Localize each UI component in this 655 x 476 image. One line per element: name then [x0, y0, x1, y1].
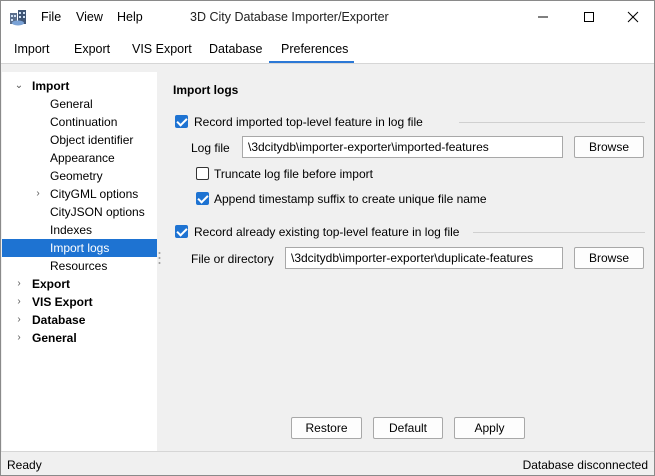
panel-title: Import logs: [173, 83, 239, 97]
tab-import[interactable]: Import: [14, 42, 49, 56]
tree-item-continuation[interactable]: Continuation: [2, 113, 157, 131]
tab-export[interactable]: Export: [74, 42, 110, 56]
maximize-button[interactable]: [566, 1, 612, 33]
tab-database[interactable]: Database: [209, 42, 263, 56]
chevron-down-icon[interactable]: ⌄: [14, 77, 24, 95]
tab-preferences[interactable]: Preferences: [281, 42, 348, 56]
tree-item-import-logs[interactable]: Import logs: [2, 239, 157, 257]
menu-file[interactable]: File: [41, 10, 61, 24]
chevron-right-icon[interactable]: ›: [14, 293, 24, 311]
connection-status: Database disconnected: [522, 458, 648, 472]
tree-item-appearance[interactable]: Appearance: [2, 149, 157, 167]
tree-label: Import logs: [50, 241, 110, 255]
tab-vis-export[interactable]: VIS Export: [132, 42, 192, 56]
active-tab-indicator: [269, 61, 354, 63]
tree-item-object-identifier[interactable]: Object identifier: [2, 131, 157, 149]
tree-item-indexes[interactable]: Indexes: [2, 221, 157, 239]
tree-label: Appearance: [50, 151, 115, 165]
window-title: 3D City Database Importer/Exporter: [190, 10, 389, 24]
tree-node-vis-export[interactable]: › VIS Export: [2, 293, 157, 311]
close-icon: [627, 11, 639, 23]
duplicate-features-input[interactable]: \3dcitydb\importer-exporter\duplicate-fe…: [285, 247, 563, 269]
tree-label: CityJSON options: [50, 205, 145, 219]
tree-item-general[interactable]: General: [2, 95, 157, 113]
record-imported-label: Record imported top-level feature in log…: [194, 115, 423, 129]
tree-label: Indexes: [50, 223, 93, 237]
restore-button[interactable]: Restore: [291, 417, 362, 439]
app-window: File View Help 3D City Database Importer…: [0, 0, 655, 476]
status-bar: Ready Database disconnected: [1, 451, 654, 475]
menu-help[interactable]: Help: [117, 10, 143, 24]
duplicate-browse-button[interactable]: Browse: [574, 247, 644, 269]
log-file-label: Log file: [191, 141, 230, 155]
chevron-right-icon[interactable]: ›: [14, 311, 24, 329]
tree-label: CityGML options: [50, 187, 139, 201]
chevron-right-icon[interactable]: ›: [33, 185, 43, 203]
tree-label: VIS Export: [32, 295, 93, 309]
status-text: Ready: [7, 458, 42, 472]
default-button[interactable]: Default: [373, 417, 443, 439]
chevron-right-icon[interactable]: ›: [14, 329, 24, 347]
group-separator: [459, 122, 645, 123]
tree-node-export[interactable]: › Export: [2, 275, 157, 293]
tree-label: Import: [32, 79, 70, 93]
record-existing-label: Record already existing top-level featur…: [194, 225, 460, 239]
record-existing-checkbox[interactable]: [175, 225, 188, 238]
tree-label: Resources: [50, 259, 108, 273]
tree-item-cityjson-options[interactable]: CityJSON options: [2, 203, 157, 221]
settings-panel: Import logs Record imported top-level fe…: [161, 72, 655, 452]
file-or-directory-label: File or directory: [191, 252, 274, 266]
minimize-icon: [538, 16, 548, 18]
tree-node-database[interactable]: › Database: [2, 311, 157, 329]
append-timestamp-label: Append timestamp suffix to create unique…: [214, 192, 487, 206]
app-logo-icon: [10, 10, 26, 26]
group-separator: [473, 232, 645, 233]
apply-button[interactable]: Apply: [454, 417, 525, 439]
tree-label: General: [32, 331, 77, 345]
minimize-button[interactable]: [520, 1, 566, 33]
tree-label: Continuation: [50, 115, 118, 129]
log-file-browse-button[interactable]: Browse: [574, 136, 644, 158]
truncate-log-label: Truncate log file before import: [214, 167, 373, 181]
close-button[interactable]: [610, 1, 655, 33]
tree-label: General: [50, 97, 93, 111]
maximize-icon: [584, 12, 594, 22]
record-imported-checkbox[interactable]: [175, 115, 188, 128]
main-tab-bar: Import Export VIS Export Database Prefer…: [1, 34, 654, 64]
append-timestamp-checkbox[interactable]: [196, 192, 209, 205]
tree-item-resources[interactable]: Resources: [2, 257, 157, 275]
tree-item-citygml-options[interactable]: › CityGML options: [2, 185, 157, 203]
tree-node-import[interactable]: ⌄ Import: [2, 77, 157, 95]
chevron-right-icon[interactable]: ›: [14, 275, 24, 293]
tree-label: Geometry: [50, 169, 103, 183]
log-file-input[interactable]: \3dcitydb\importer-exporter\imported-fea…: [242, 136, 563, 158]
tree-label: Object identifier: [50, 133, 134, 147]
title-bar: File View Help 3D City Database Importer…: [1, 1, 654, 34]
truncate-log-checkbox[interactable]: [196, 167, 209, 180]
tree-label: Database: [32, 313, 86, 327]
tree-item-geometry[interactable]: Geometry: [2, 167, 157, 185]
tree-node-general[interactable]: › General: [2, 329, 157, 347]
menu-view[interactable]: View: [76, 10, 103, 24]
tree-label: Export: [32, 277, 71, 291]
preferences-tree: ⌄ Import General Continuation Object ide…: [2, 72, 157, 452]
